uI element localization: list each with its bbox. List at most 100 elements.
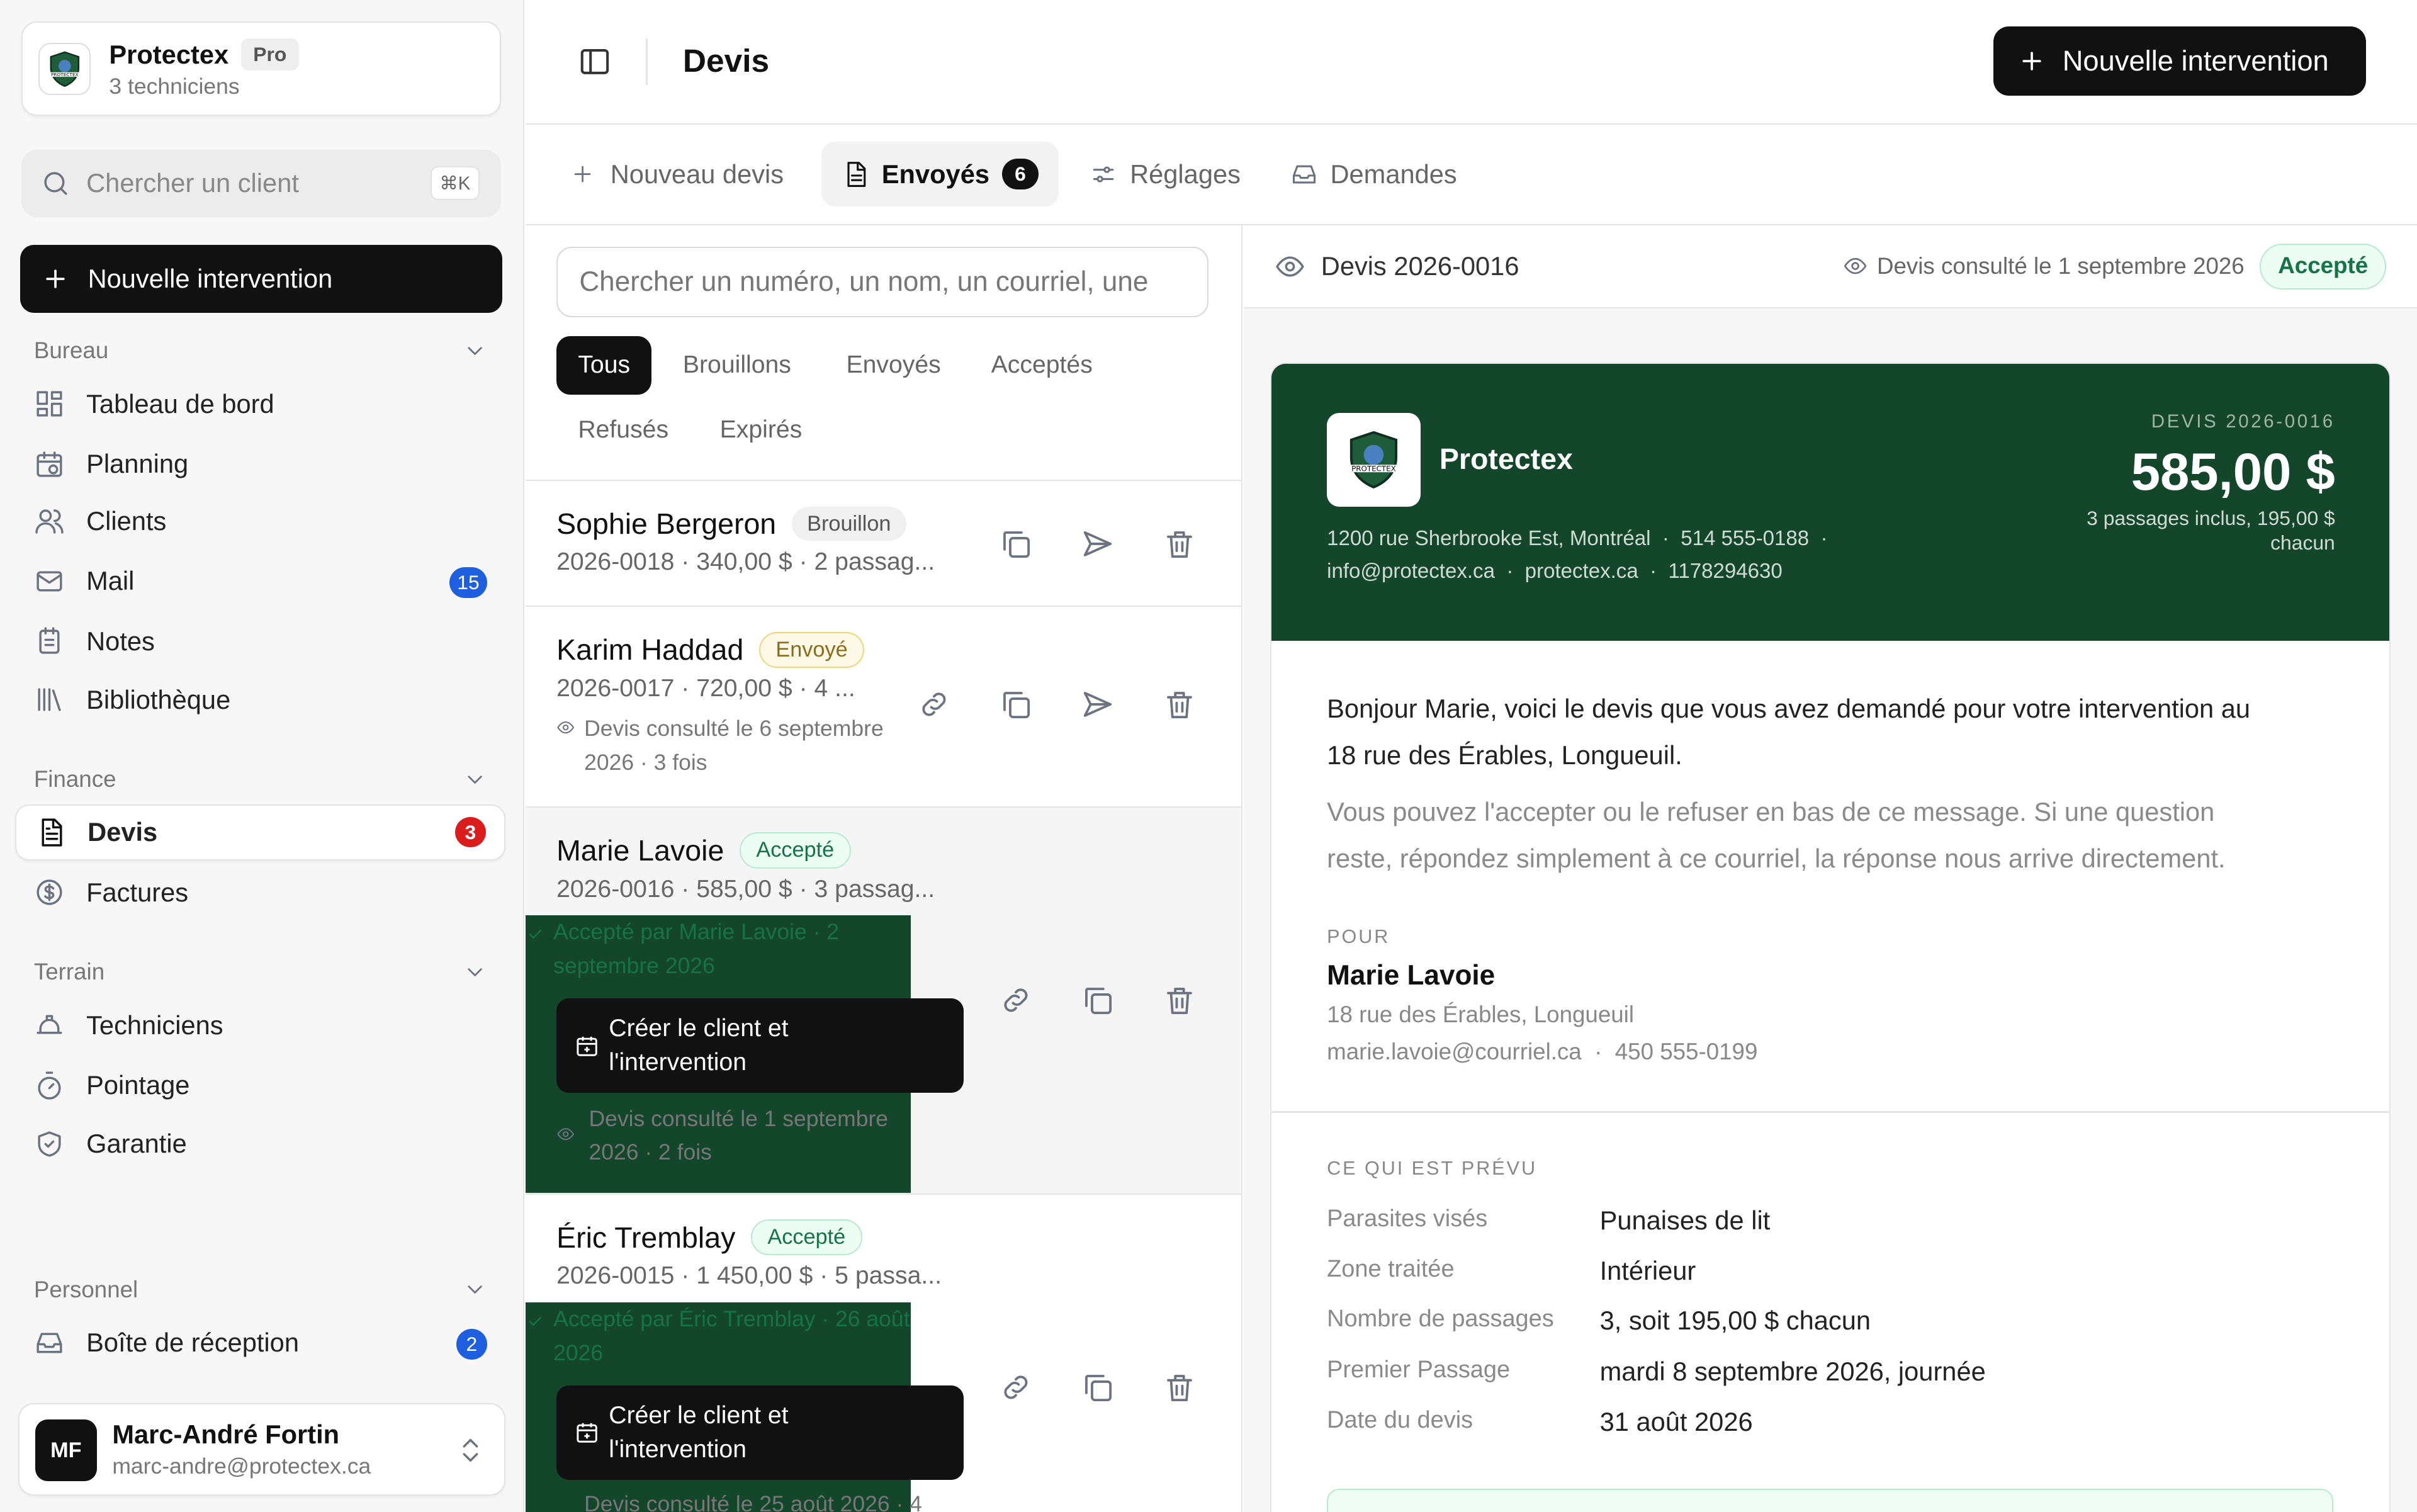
sidebar-item-mail[interactable]: Mail 15 — [15, 553, 505, 609]
devis-row[interactable]: Éric Tremblay Accepté 2026-0015 · 1 450,0… — [526, 1193, 1241, 1512]
sidebar-item-notes[interactable]: Notes — [15, 614, 505, 669]
devis-meta: 2026-0015 · 1 450,00 $ · 5 passa... — [556, 1262, 942, 1290]
send-icon[interactable] — [1081, 687, 1115, 721]
create-client-label: Créer le client et l'intervention — [609, 1402, 789, 1463]
sidebar-item-library[interactable]: Bibliothèque — [15, 672, 505, 728]
sidebar-item-label: Planning — [86, 449, 189, 479]
tab-label: Demandes — [1330, 159, 1457, 189]
shield-icon — [38, 1131, 61, 1157]
new-intervention-sidebar-button[interactable]: Nouvelle intervention — [20, 245, 503, 313]
svg-text:PROTECTEX: PROTECTEX — [51, 72, 79, 77]
tab-label: Envoyés — [881, 159, 989, 189]
trash-icon[interactable] — [1163, 687, 1197, 721]
user-menu[interactable]: MF Marc-André Fortin marc-andre@protecte… — [18, 1402, 506, 1496]
filter-envoyes[interactable]: Envoyés — [825, 336, 962, 395]
devis-row[interactable]: Karim Haddad Envoyé 2026-0017 · 720,00 $ … — [526, 606, 1241, 806]
copy-icon[interactable] — [999, 687, 1033, 721]
section-label: Personnel — [33, 1276, 138, 1302]
trash-icon[interactable] — [1163, 983, 1197, 1017]
filter-tous[interactable]: Tous — [556, 336, 652, 395]
trash-icon[interactable] — [1163, 1370, 1197, 1404]
chevron-down-icon — [468, 1285, 482, 1294]
plan-value: 31 août 2026 — [1599, 1407, 1753, 1437]
viewed-note-text: Devis consulté le 25 août 2026 · 4 — [584, 1491, 922, 1512]
plan-value: 3, soit 195,00 $ chacun — [1599, 1305, 1871, 1335]
preview-header: Devis 2026-0016 Devis consulté le 1 sept… — [1244, 225, 2417, 308]
tab-count-badge: 6 — [1001, 159, 1039, 190]
devis-amount: 585,00 $ — [2131, 443, 2335, 502]
avatar: MF — [35, 1419, 97, 1482]
sidebar-item-planning[interactable]: Planning — [15, 436, 505, 492]
plan-key: Parasites visés — [1327, 1205, 1488, 1232]
send-icon[interactable] — [1081, 527, 1115, 561]
copy-icon[interactable] — [999, 527, 1033, 561]
tab-demandes[interactable]: Demandes — [1270, 142, 1477, 206]
devis-row[interactable]: Sophie Bergeron Brouillon 2026-0018 · 340… — [526, 479, 1241, 606]
tab-reglages[interactable]: Réglages — [1070, 142, 1261, 206]
chevron-down-icon — [468, 775, 482, 784]
client-search[interactable]: Chercher un client ⌘K — [21, 149, 501, 218]
link-icon[interactable] — [999, 1370, 1033, 1404]
status-badge: Accepté — [750, 1219, 862, 1256]
sidebar-item-clients[interactable]: Clients — [15, 494, 505, 549]
link-icon[interactable] — [999, 983, 1033, 1017]
sidebar-item-label: Factures — [86, 877, 189, 907]
tab-envoyes[interactable]: Envoyés 6 — [821, 142, 1059, 207]
filter-brouillons[interactable]: Brouillons — [662, 336, 813, 395]
sidebar-item-label: Notes — [86, 626, 155, 656]
sidebar-toggle-icon[interactable] — [578, 45, 612, 79]
eye-icon — [557, 721, 575, 734]
status-badge: Accepté — [2260, 243, 2387, 290]
devis-list-panel: Chercher un numéro, un nom, un courriel,… — [526, 225, 1242, 1512]
filter-expires[interactable]: Expirés — [698, 401, 823, 460]
devis-meta: 2026-0017 · 720,00 $ · 4 ... — [556, 675, 855, 702]
user-email: marc-andre@protectex.ca — [112, 1453, 371, 1479]
sidebar-item-inbox[interactable]: Boîte de réception 2 — [15, 1315, 505, 1370]
devis-search-input[interactable]: Chercher un numéro, un nom, un courriel,… — [556, 246, 1208, 318]
org-switcher[interactable]: PROTECTEX Protectex Pro 3 techniciens — [21, 21, 501, 116]
sidebar-item-devis[interactable]: Devis 3 — [15, 804, 506, 860]
body-line: reste, répondez simplement à ce courriel… — [1327, 843, 2226, 873]
plan-badge: Pro — [240, 38, 299, 71]
chevron-down-icon — [468, 968, 482, 976]
devis-row-selected[interactable]: Marie Lavoie Accepté 2026-0016 · 585,00 $… — [526, 806, 1241, 1193]
sidebar-item-factures[interactable]: Factures — [15, 865, 505, 920]
copy-icon[interactable] — [1081, 983, 1115, 1017]
copy-icon[interactable] — [1081, 1370, 1115, 1404]
top-bar: Devis Nouvelle intervention — [526, 0, 2417, 125]
trash-icon[interactable] — [1163, 527, 1197, 561]
sidebar-item-pointage[interactable]: Pointage — [15, 1058, 505, 1113]
create-client-button[interactable]: Créer le client et l'intervention — [556, 998, 964, 1093]
dollar-icon — [37, 879, 62, 906]
section-bureau[interactable]: Bureau — [34, 337, 487, 364]
section-label: Finance — [33, 766, 116, 793]
calendar-plus-icon — [577, 1423, 598, 1443]
sidebar-item-garantie[interactable]: Garantie — [15, 1116, 505, 1171]
section-personnel[interactable]: Personnel — [34, 1277, 487, 1303]
link-icon[interactable] — [917, 687, 951, 721]
viewed-note-text: Devis consulté le 6 septembre 2026 · 3 f… — [584, 715, 884, 775]
mail-icon — [37, 571, 62, 592]
section-terrain[interactable]: Terrain — [34, 959, 487, 985]
devis-meta: 2026-0018 · 340,00 $ · 2 passag... — [556, 548, 935, 576]
sidebar-item-label: Techniciens — [86, 1010, 223, 1040]
plan-key: Date du devis — [1327, 1407, 1473, 1434]
mail-count-badge: 15 — [449, 567, 487, 599]
sidebar-item-dashboard[interactable]: Tableau de bord — [15, 376, 505, 432]
create-client-button[interactable]: Créer le client et l'intervention — [556, 1385, 964, 1480]
section-finance[interactable]: Finance — [34, 766, 487, 793]
plan-key: Premier Passage — [1327, 1356, 1511, 1383]
filter-acceptes[interactable]: Acceptés — [969, 336, 1114, 395]
plan-value: Intérieur — [1599, 1256, 1696, 1286]
inbox-icon — [1292, 165, 1316, 184]
sidebar-item-techniciens[interactable]: Techniciens — [15, 998, 505, 1053]
viewed-note: Devis consulté le 6 septembre 2026 · 3 f… — [556, 712, 896, 780]
filter-refuses[interactable]: Refusés — [556, 401, 690, 460]
calendar-icon — [37, 451, 62, 477]
new-intervention-button[interactable]: Nouvelle intervention — [1993, 26, 2367, 96]
plan-value: mardi 8 septembre 2026, journée — [1599, 1356, 1986, 1386]
client-address: 18 rue des Érables, Longueuil — [1327, 1001, 1634, 1028]
body-text: Vous pouvez l'accepter ou le refuser en … — [1327, 789, 2226, 881]
body-line: Vous pouvez l'accepter ou le refuser en … — [1327, 797, 2215, 827]
tab-nouveau-devis[interactable]: Nouveau devis — [550, 142, 804, 206]
